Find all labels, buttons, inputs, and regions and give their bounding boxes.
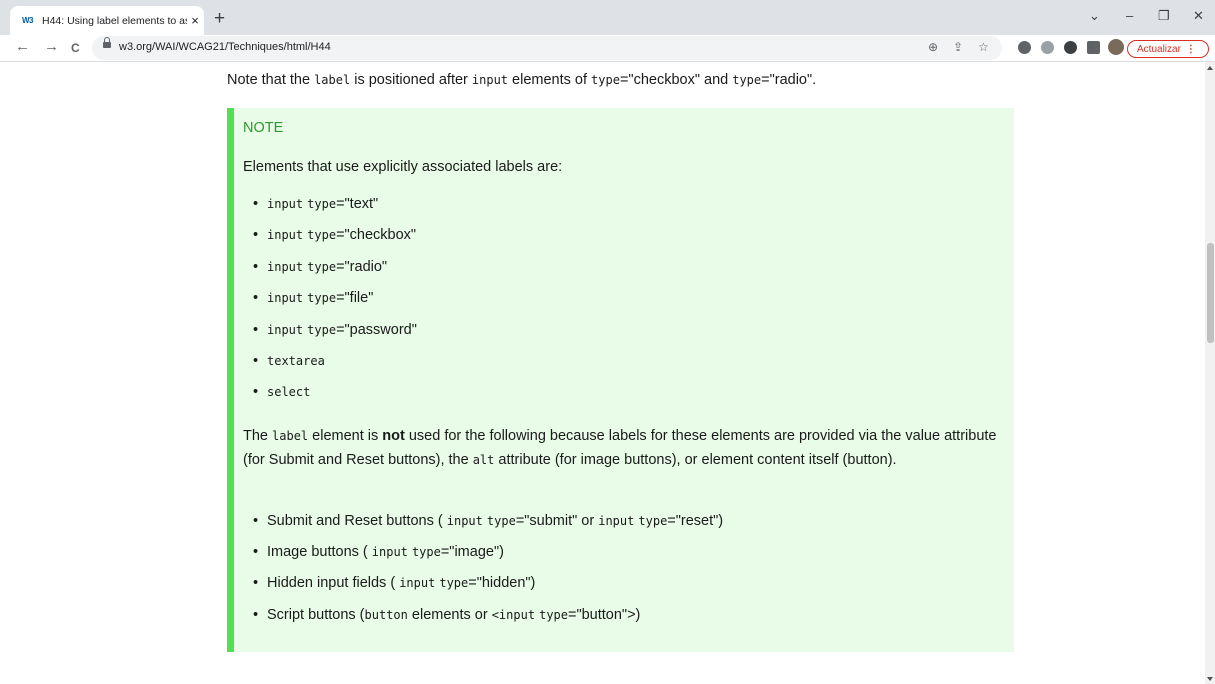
intro-paragraph: Note that the label is positioned after … [227, 72, 817, 88]
extensions-puzzle-icon[interactable] [1087, 41, 1100, 54]
new-tab-button[interactable]: + [214, 9, 225, 28]
scrollbar-thumb[interactable] [1207, 243, 1214, 343]
vertical-scrollbar[interactable] [1205, 62, 1215, 684]
scroll-up-arrow-icon[interactable] [1207, 66, 1213, 70]
list-item: input type="text" [253, 195, 417, 226]
close-tab-icon[interactable]: × [187, 13, 203, 28]
restore-button[interactable]: ❐ [1158, 8, 1170, 24]
extension-wordpress-icon[interactable] [1018, 41, 1031, 54]
note-intro: Elements that use explicitly associated … [243, 159, 563, 175]
extension-globe-icon[interactable] [1041, 41, 1054, 54]
active-tab[interactable]: W3 H44: Using label elements to asso × [10, 6, 204, 35]
list-item: input type="radio" [253, 258, 417, 289]
w3c-favicon-icon: W3 [22, 16, 34, 25]
lock-icon [103, 37, 111, 48]
excluded-buttons-list: Submit and Reset buttons ( input type="s… [253, 512, 723, 637]
zoom-icon[interactable]: ⊕ [928, 40, 938, 54]
list-item: Image buttons ( input type="image") [253, 543, 723, 574]
update-button-label: Actualizar [1137, 43, 1181, 55]
tab-search-icon[interactable]: ⌄ [1089, 8, 1100, 24]
list-item: input type="checkbox" [253, 226, 417, 257]
close-window-button[interactable]: ✕ [1193, 8, 1204, 24]
extension-heart-icon[interactable] [1064, 41, 1077, 54]
forward-button[interactable]: → [44, 38, 59, 56]
list-item: Submit and Reset buttons ( input type="s… [253, 512, 723, 543]
list-item: input type="password" [253, 321, 417, 352]
list-item: textarea [253, 352, 417, 383]
bookmark-star-icon[interactable]: ☆ [978, 40, 989, 54]
list-item: select [253, 383, 417, 414]
address-bar[interactable]: w3.org/WAI/WCAG21/Techniques/html/H44 ⊕ … [92, 36, 1002, 60]
labelled-elements-list: input type="text" input type="checkbox" … [253, 195, 417, 415]
note-title: NOTE [243, 120, 284, 136]
menu-kebab-icon: ⋮ [1185, 43, 1196, 55]
tab-title: H44: Using label elements to asso [42, 14, 187, 27]
back-button[interactable]: ← [15, 38, 30, 56]
browser-toolbar: ← → C w3.org/WAI/WCAG21/Techniques/html/… [0, 35, 1215, 62]
minimize-button[interactable]: – [1126, 8, 1133, 23]
list-item: Hidden input fields ( input type="hidden… [253, 574, 723, 605]
url-text: w3.org/WAI/WCAG21/Techniques/html/H44 [119, 41, 331, 53]
reload-button[interactable]: C [71, 39, 80, 57]
note-box: NOTE Elements that use explicitly associ… [227, 108, 1014, 652]
share-icon[interactable]: ⇪ [953, 40, 963, 54]
exclusion-paragraph: The label element is not used for the fo… [243, 428, 997, 468]
profile-avatar[interactable] [1108, 39, 1124, 55]
list-item: Script buttons (button elements or <inpu… [253, 606, 723, 637]
tab-strip: W3 H44: Using label elements to asso × +… [0, 0, 1215, 35]
list-item: input type="file" [253, 289, 417, 320]
update-button[interactable]: Actualizar ⋮ [1127, 40, 1209, 58]
scroll-down-arrow-icon[interactable] [1207, 677, 1213, 681]
